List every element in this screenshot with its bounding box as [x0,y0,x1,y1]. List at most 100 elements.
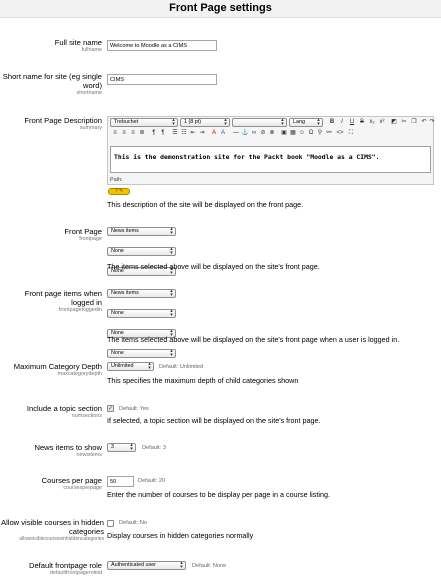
maxcategorydepth-label: Maximum Category Depth maxcategorydepth [13,362,102,377]
updown-arrows-icon: ▴ ▾ [180,560,183,570]
updown-arrows-icon: ▴ ▾ [170,246,173,256]
numsections-description: If selected, a topic section will be dis… [107,416,321,425]
table-icon[interactable]: ▦ [289,129,297,137]
numsections-default: Default: Yes [119,406,149,412]
search-icon[interactable]: ⚲ [316,129,324,137]
clean-word-icon[interactable]: ◩ [390,118,398,126]
updown-arrows-icon: ▴ ▾ [317,117,320,127]
font-size-select[interactable]: 1 (8 pt) ▴ ▾ [180,118,230,127]
maxcategorydepth-default: Default: Unlimited [159,364,204,370]
undo-icon[interactable]: ↶ [420,118,428,126]
bold-icon[interactable]: B [328,118,336,126]
subscript-icon[interactable]: x₂ [368,118,376,126]
text-color-icon[interactable]: A [210,129,218,137]
summary-label: Front Page Description summary [24,116,102,131]
maxcategorydepth-description: This specifies the maximum depth of chil… [107,376,299,385]
html-editor: Trebuchet ▴ ▾ 1 (8 pt) ▴ ▾ ▴ ▾ Lang ▴ ▾ B I … [107,116,436,185]
superscript-icon[interactable]: x² [378,118,386,126]
updown-arrows-icon: ▴ ▾ [170,308,173,318]
frontpage-label: Front Page frontpage [64,227,102,242]
numsections-checkbox[interactable] [107,405,114,412]
nolink-icon[interactable]: ⊗ [268,129,276,137]
coursesperpage-default: Default: 20 [138,478,166,484]
editor-toolbar-2: ≡ ≡ ≡ ≣ ¶ ¶ ☰ ☷ ⇤ ⇥ A A — ⚓ ∞ ⊘ ⊗ ▣ ▦ ☺ [108,128,433,139]
allowvisiblecourses-description: Display courses in hidden categories nor… [107,531,254,540]
coursesperpage-input[interactable] [107,476,134,487]
align-center-icon[interactable]: ≡ [120,129,128,137]
italic-icon[interactable]: I [338,118,346,126]
format-select[interactable]: ▴ ▾ [232,118,287,127]
redo-icon[interactable]: ↷ [428,118,436,126]
newsitems-default: Default: 3 [142,445,166,451]
horizontal-rule-icon[interactable]: — [232,129,240,137]
anchor-icon[interactable]: ⚓ [241,129,249,137]
defaultfrontpagerole-label: Default frontpage role defaultfrontpager… [28,561,102,576]
defaultfrontpagerole-select[interactable]: Authenticated user ▴ ▾ [107,561,186,570]
maxcategorydepth-row: Maximum Category Depth maxcategorydepth … [0,362,441,386]
fullname-label: Full site name fullname [54,38,102,53]
justify-icon[interactable]: ≣ [138,129,146,137]
cut-icon[interactable]: ✂ [400,118,408,126]
numsections-label: Include a topic section numsections [26,404,102,419]
replace-icon[interactable]: ⚯ [325,129,333,137]
defaultfrontpagerole-row: Default frontpage role defaultfrontpager… [0,561,441,577]
frontpage-description: The items selected above will be display… [107,262,320,271]
help-icon[interactable]: ? ✎ [108,188,130,195]
unordered-list-icon[interactable]: ☷ [180,129,188,137]
shortname-label: Short name for site (eg single word) sho… [2,72,102,96]
defaultfrontpagerole-default: Default: None [192,563,227,569]
align-left-icon[interactable]: ≡ [111,129,119,137]
allowvisiblecourses-default: Default: No [119,520,147,526]
updown-arrows-icon: ▴ ▾ [170,226,173,236]
smiley-icon[interactable]: ☺ [298,129,306,137]
maxcategorydepth-select[interactable]: Unlimited ▴ ▾ [107,362,154,371]
indent-icon[interactable]: ⇥ [198,129,206,137]
rtl-icon[interactable]: ¶ [159,129,167,137]
html-source-icon[interactable]: <> [336,129,344,137]
frontpageloggedin-description: The items selected above will be display… [107,335,400,344]
ltr-icon[interactable]: ¶ [150,129,158,137]
page-title: Front Page settings [0,0,441,18]
frontpage-select-1[interactable]: News items ▴ ▾ [107,227,176,236]
updown-arrows-icon: ▴ ▾ [170,288,173,298]
newsitems-label: News items to show newsitems [34,443,102,458]
frontpageloggedin-select-1[interactable]: News items ▴ ▾ [107,289,176,298]
coursesperpage-label: Courses per page coursesperpage [41,476,102,491]
newsitems-row: News items to show newsitems 3 ▴ ▾ Default… [0,443,441,459]
updown-arrows-icon: ▴ ▾ [172,117,175,127]
font-family-select[interactable]: Trebuchet ▴ ▾ [110,118,178,127]
underline-icon[interactable]: U [348,118,356,126]
link-icon[interactable]: ∞ [250,129,258,137]
frontpageloggedin-row: Front page items when logged in frontpag… [0,289,441,358]
summary-edit-area[interactable]: This is the demonstration site for the P… [110,146,431,173]
allowvisiblecourses-checkbox[interactable] [107,520,114,527]
frontpage-row: Front Page frontpage News items ▴ ▾ None ▴ ▾… [0,227,441,276]
editor-path: Path: [110,177,123,183]
frontpageloggedin-label: Front page items when logged in frontpag… [24,289,102,313]
special-char-icon[interactable]: Ω [307,129,315,137]
unlink-icon[interactable]: ⊘ [259,129,267,137]
image-icon[interactable]: ▣ [280,129,288,137]
outdent-icon[interactable]: ⇤ [189,129,197,137]
summary-description: This description of the site will be dis… [107,200,304,209]
settings-page: Front Page settings Full site name fulln… [0,0,441,581]
copy-icon[interactable]: ❐ [410,118,418,126]
coursesperpage-description: Enter the number of courses to be displa… [107,490,330,499]
updown-arrows-icon: ▴ ▾ [148,361,151,371]
frontpageloggedin-select-2[interactable]: None ▴ ▾ [107,309,176,318]
ordered-list-icon[interactable]: ☰ [171,129,179,137]
allowvisiblecourses-label: Allow visible courses in hidden categori… [1,518,104,542]
background-color-icon[interactable]: A [219,129,227,137]
updown-arrows-icon: ▴ ▾ [130,442,133,452]
fullscreen-icon[interactable]: ⛶ [347,129,355,137]
updown-arrows-icon: ▴ ▾ [224,117,227,127]
newsitems-select[interactable]: 3 ▴ ▾ [107,443,136,452]
align-right-icon[interactable]: ≡ [129,129,137,137]
fullname-input[interactable] [107,40,217,51]
updown-arrows-icon: ▴ ▾ [281,117,284,127]
shortname-input[interactable] [107,74,217,85]
lang-select[interactable]: Lang ▴ ▾ [289,118,323,127]
strikethrough-icon[interactable]: S [358,118,366,126]
frontpageloggedin-select-4[interactable]: None ▴ ▾ [107,349,176,358]
frontpage-select-2[interactable]: None ▴ ▾ [107,247,176,256]
